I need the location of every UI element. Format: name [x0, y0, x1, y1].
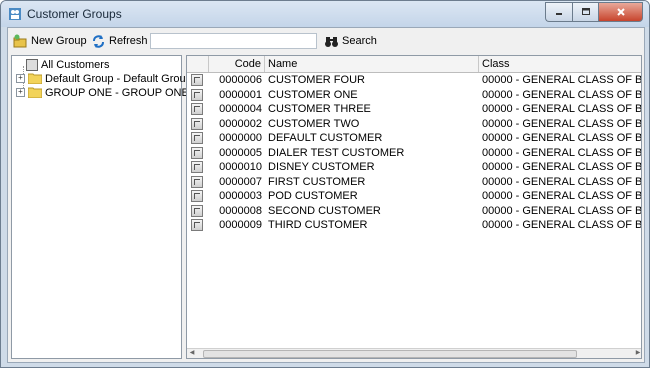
table-row[interactable]: 0000001 CUSTOMER ONE 00000 - GENERAL CLASS… — [187, 88, 642, 103]
class-cell: 00000 - GENERAL CLASS OF BUSINES — [482, 117, 642, 130]
table-row[interactable]: 0000003 POD CUSTOMER 00000 - GENERAL CLASS… — [187, 189, 642, 204]
name-cell: DIALER TEST CUSTOMER — [268, 146, 405, 159]
name-cell: FIRST CUSTOMER — [268, 175, 366, 188]
table-row[interactable]: 0000007 FIRST CUSTOMER 00000 - GENERAL CLA… — [187, 175, 642, 190]
table-row[interactable]: 0000010 DISNEY CUSTOMER 00000 - GENERAL CL… — [187, 160, 642, 175]
refresh-icon — [93, 34, 104, 48]
class-cell: 00000 - GENERAL CLASS OF BUSINES — [482, 132, 642, 144]
table-row[interactable]: 0000008 SECOND CUSTOMER 00000 - GENERAL CL… — [187, 204, 642, 219]
new-group-label: New Group — [31, 35, 87, 47]
table-row[interactable]: 0000005 DIALER TEST CUSTOMER 00000 - GENER… — [187, 146, 642, 161]
horizontal-scrollbar[interactable]: ◀ ▶ — [187, 348, 641, 358]
class-cell: 00000 - GENERAL CLASS OF BUSINES — [482, 175, 642, 188]
name-cell: POD CUSTOMER — [268, 190, 358, 202]
code-cell: 0000010 — [219, 161, 262, 173]
scrollbar-thumb[interactable] — [203, 350, 577, 358]
class-cell: 00000 - GENERAL CLASS OF BUSINES — [482, 103, 642, 115]
new-group-icon — [13, 34, 27, 47]
class-cell: 00000 - GENERAL CLASS OF BUSINES — [482, 204, 642, 217]
customer-row-icon[interactable] — [191, 88, 203, 101]
tree-item-group-one[interactable]: + GROUP ONE - GROUP ONE — [16, 86, 189, 99]
class-cell: 00000 - GENERAL CLASS OF BUSINES — [482, 161, 642, 173]
table-row[interactable]: 0000009 THIRD CUSTOMER 00000 - GENERAL CLA… — [187, 218, 642, 233]
refresh-button[interactable]: Refresh — [91, 32, 148, 50]
code-cell: 0000000 — [219, 132, 262, 144]
code-cell: 0000002 — [219, 117, 262, 130]
class-cell: 00000 - GENERAL CLASS OF BUSINES — [482, 146, 642, 159]
new-group-button[interactable]: New Group — [13, 32, 87, 50]
maximize-button[interactable] — [572, 2, 598, 22]
column-header-class[interactable]: Class — [479, 56, 641, 72]
scroll-left-icon[interactable]: ◀ — [187, 349, 197, 358]
refresh-label: Refresh — [109, 35, 148, 47]
customer-row-icon[interactable] — [191, 146, 203, 159]
customer-groups-app-icon — [9, 8, 21, 20]
title-bar[interactable]: Customer Groups — [1, 1, 649, 27]
code-cell: 0000001 — [219, 88, 262, 101]
binoculars-icon — [325, 36, 338, 47]
customer-row-icon[interactable] — [191, 219, 203, 231]
class-cell: 00000 - GENERAL CLASS OF BUSINES — [482, 190, 642, 202]
minimize-icon — [556, 13, 562, 15]
folder-icon — [28, 73, 42, 84]
name-cell: THIRD CUSTOMER — [268, 219, 368, 231]
customer-group-tree[interactable]: All Customers + Default Group - Default … — [11, 55, 192, 359]
class-cell: 00000 - GENERAL CLASS OF BUSINES — [482, 219, 642, 231]
search-button[interactable]: Search — [324, 32, 377, 50]
code-cell: 0000006 — [219, 74, 262, 86]
search-label: Search — [342, 35, 377, 47]
search-input[interactable] — [150, 33, 317, 49]
grid-header: Code Name Class — [187, 56, 641, 73]
name-cell: CUSTOMER TWO — [268, 117, 360, 130]
customer-grid[interactable]: Code Name Class 0000006 CUSTOMER FOUR 0000… — [186, 55, 642, 359]
class-cell: 00000 - GENERAL CLASS OF BUSINES — [482, 74, 642, 86]
code-cell: 0000004 — [219, 103, 262, 115]
table-row[interactable]: 0000004 CUSTOMER THREE 00000 - GENERAL CLA… — [187, 102, 642, 117]
customer-row-icon[interactable] — [191, 161, 203, 173]
customer-groups-window: Customer Groups New Group Refresh Search… — [0, 0, 650, 368]
code-cell: 0000003 — [219, 190, 262, 202]
code-cell: 0000005 — [219, 146, 262, 159]
name-cell: DISNEY CUSTOMER — [268, 161, 375, 173]
customer-row-icon[interactable] — [191, 117, 203, 130]
code-cell: 0000007 — [219, 175, 262, 188]
name-cell: CUSTOMER FOUR — [268, 74, 365, 86]
column-header-name[interactable]: Name — [265, 56, 479, 72]
tree-item-label: Default Group - Default Group — [45, 72, 192, 85]
code-cell: 0000008 — [219, 204, 262, 217]
class-cell: 00000 - GENERAL CLASS OF BUSINES — [482, 88, 642, 101]
tree-item-label: GROUP ONE - GROUP ONE — [45, 86, 189, 99]
name-cell: CUSTOMER THREE — [268, 103, 371, 115]
table-row[interactable]: 0000002 CUSTOMER TWO 00000 - GENERAL CLASS… — [187, 117, 642, 132]
customer-row-icon[interactable] — [191, 175, 203, 188]
folder-icon — [28, 87, 42, 98]
name-cell: DEFAULT CUSTOMER — [268, 132, 383, 144]
close-button[interactable] — [598, 2, 643, 22]
name-cell: CUSTOMER ONE — [268, 88, 358, 101]
expand-icon[interactable]: + — [16, 88, 25, 97]
tree-item-default-group[interactable]: + Default Group - Default Group — [16, 72, 192, 85]
name-cell: SECOND CUSTOMER — [268, 204, 381, 217]
customer-row-icon[interactable] — [191, 74, 203, 86]
expand-icon[interactable]: + — [16, 74, 25, 83]
tree-item-label: All Customers — [41, 58, 110, 71]
toolbar: New Group Refresh Search — [8, 28, 644, 54]
table-row[interactable]: 0000006 CUSTOMER FOUR 00000 - GENERAL CLAS… — [187, 73, 642, 88]
customer-row-icon[interactable] — [191, 204, 203, 217]
scroll-right-icon[interactable]: ▶ — [633, 349, 641, 358]
tree-item-all-customers[interactable]: All Customers — [26, 58, 109, 71]
minimize-button[interactable] — [545, 2, 572, 22]
customer-row-icon[interactable] — [191, 132, 203, 144]
column-header-icon[interactable] — [187, 56, 209, 72]
close-icon — [616, 8, 625, 16]
customer-row-icon[interactable] — [191, 103, 203, 115]
code-cell: 0000009 — [219, 219, 262, 231]
customer-icon — [26, 58, 38, 71]
column-header-code[interactable]: Code — [209, 56, 265, 72]
window-title: Customer Groups — [27, 7, 122, 21]
table-row[interactable]: 0000000 DEFAULT CUSTOMER 00000 - GENERAL C… — [187, 131, 642, 146]
client-area: New Group Refresh Search All Customers +… — [7, 27, 645, 363]
customer-row-icon[interactable] — [191, 190, 203, 202]
maximize-icon — [581, 8, 590, 15]
